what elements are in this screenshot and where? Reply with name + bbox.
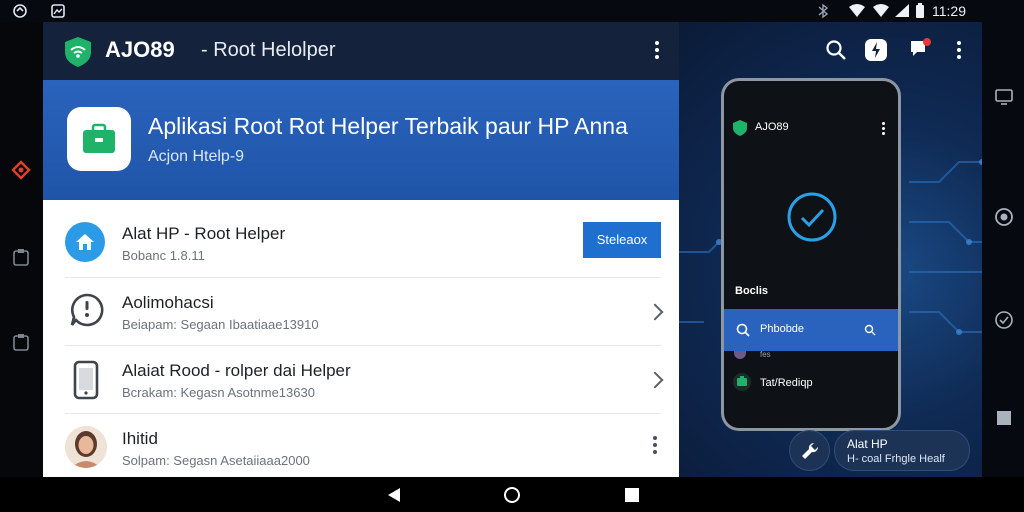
back-icon[interactable]: [386, 487, 402, 503]
select-button[interactable]: Steleaox: [583, 222, 661, 258]
app-title: - Root Helolper: [201, 39, 336, 61]
phone-menu-icon[interactable]: [882, 122, 885, 137]
chat-info-icon: [70, 293, 104, 327]
preview-panel: AJO89 Boclis Phbobde fes Tat/Rediqp Alat…: [679, 22, 982, 477]
wifi-secondary-icon: [873, 4, 889, 17]
phone-item-icon: [733, 373, 751, 391]
phone-faded-avatar: [734, 351, 746, 359]
signal-icon: [895, 4, 909, 17]
home-icon: [65, 222, 105, 262]
list-item-title: Ihitid: [122, 429, 158, 448]
wifi-icon: [849, 4, 865, 17]
gallery-icon: [51, 4, 65, 18]
item-menu-icon[interactable]: [653, 436, 657, 457]
hero-subtitle: Acjon Htelp-9: [148, 148, 245, 165]
clipboard-secondary-icon[interactable]: [12, 332, 30, 352]
phone-search-icon: [736, 323, 750, 337]
app-menu-icon[interactable]: [655, 41, 659, 62]
phone-icon: [73, 360, 99, 400]
list-item[interactable]: Ihitid Solpam: Segasn Asetaiiaaa2000: [43, 414, 679, 482]
chevron-right-icon: [646, 303, 664, 321]
phone-section-label: Boclis: [735, 285, 769, 297]
phone-faded-item: fes: [760, 350, 771, 359]
chevron-right-icon: [646, 371, 664, 389]
list-item-subtitle: Solpam: Segasn Asetaiiaaa2000: [122, 453, 310, 468]
monitor-icon[interactable]: [994, 88, 1014, 106]
tool-list: Alat HP - Root Helper Bobanc 1.8.11 Stel…: [43, 200, 679, 477]
toast-pill[interactable]: Alat HP H- coal Frhgle Healf: [834, 430, 970, 471]
home-nav-icon[interactable]: [503, 486, 521, 504]
check-icon[interactable]: [994, 310, 1014, 330]
battery-icon: [916, 3, 924, 18]
phone-list-item[interactable]: Tat/Rediqp: [760, 377, 813, 389]
hero-banner: Aplikasi Root Rot Helper Terbaik paur HP…: [43, 80, 679, 200]
list-item[interactable]: Aolimohacsi Beiapam: Segaan Ibaatiaae139…: [43, 278, 679, 346]
record-icon[interactable]: [994, 207, 1014, 227]
hero-title: Aplikasi Root Rot Helper Terbaik paur HP…: [148, 113, 628, 139]
status-bar: 11:29: [0, 0, 1024, 22]
right-rail: [982, 22, 1024, 477]
list-item-subtitle: Bcrakam: Kegasn Asotnme13630: [122, 385, 315, 400]
clipboard-icon[interactable]: [12, 247, 30, 267]
recents-icon[interactable]: [624, 487, 640, 503]
phone-search-bar[interactable]: Phbobde: [724, 309, 898, 351]
avatar: [65, 426, 107, 468]
wrench-button[interactable]: [789, 430, 830, 471]
flash-icon[interactable]: [865, 39, 887, 61]
panel-menu-icon[interactable]: [957, 41, 961, 62]
toast-line2: H- coal Frhgle Healf: [847, 453, 945, 465]
wrench-icon: [802, 442, 819, 459]
briefcase-icon: [83, 123, 115, 153]
list-item-title: Alat HP - Root Helper: [122, 224, 286, 243]
bluetooth-icon: [818, 3, 829, 19]
phone-app-title: AJO89: [755, 121, 789, 133]
navigation-bar: [0, 477, 1024, 512]
app-icon-tile: [67, 107, 131, 171]
phone-screen: AJO89 Boclis Phbobde fes Tat/Rediqp: [724, 81, 898, 428]
phone-search-label: Phbobde: [760, 323, 805, 335]
status-time: 11:29: [932, 3, 966, 19]
list-item-title: Alaiat Rood - rolper dai Helper: [122, 361, 351, 380]
square-icon[interactable]: [994, 408, 1014, 428]
sync-icon: [13, 4, 27, 18]
list-item-subtitle: Beiapam: Segaan Ibaatiaae13910: [122, 317, 319, 332]
app-brand: AJO89: [105, 37, 175, 62]
app-bar: AJO89 - Root Helolper: [43, 22, 679, 80]
search-icon[interactable]: [825, 39, 847, 61]
phone-shield-icon: [732, 119, 748, 137]
root-app-icon[interactable]: [11, 160, 31, 180]
check-circle-icon: [787, 192, 837, 242]
list-item[interactable]: Alaiat Rood - rolper dai Helper Bcrakam:…: [43, 346, 679, 414]
left-rail: [0, 22, 43, 477]
phone-mockup: AJO89 Boclis Phbobde fes Tat/Rediqp: [721, 78, 901, 431]
toast-line1: Alat HP: [847, 437, 888, 451]
phone-search-small-icon: [864, 324, 876, 336]
list-item[interactable]: Alat HP - Root Helper Bobanc 1.8.11 Stel…: [43, 200, 679, 268]
list-item-subtitle: Bobanc 1.8.11: [122, 248, 205, 263]
list-item-title: Aolimohacsi: [122, 293, 214, 312]
shield-logo-icon: [65, 37, 91, 67]
notification-icon[interactable]: [907, 37, 933, 61]
